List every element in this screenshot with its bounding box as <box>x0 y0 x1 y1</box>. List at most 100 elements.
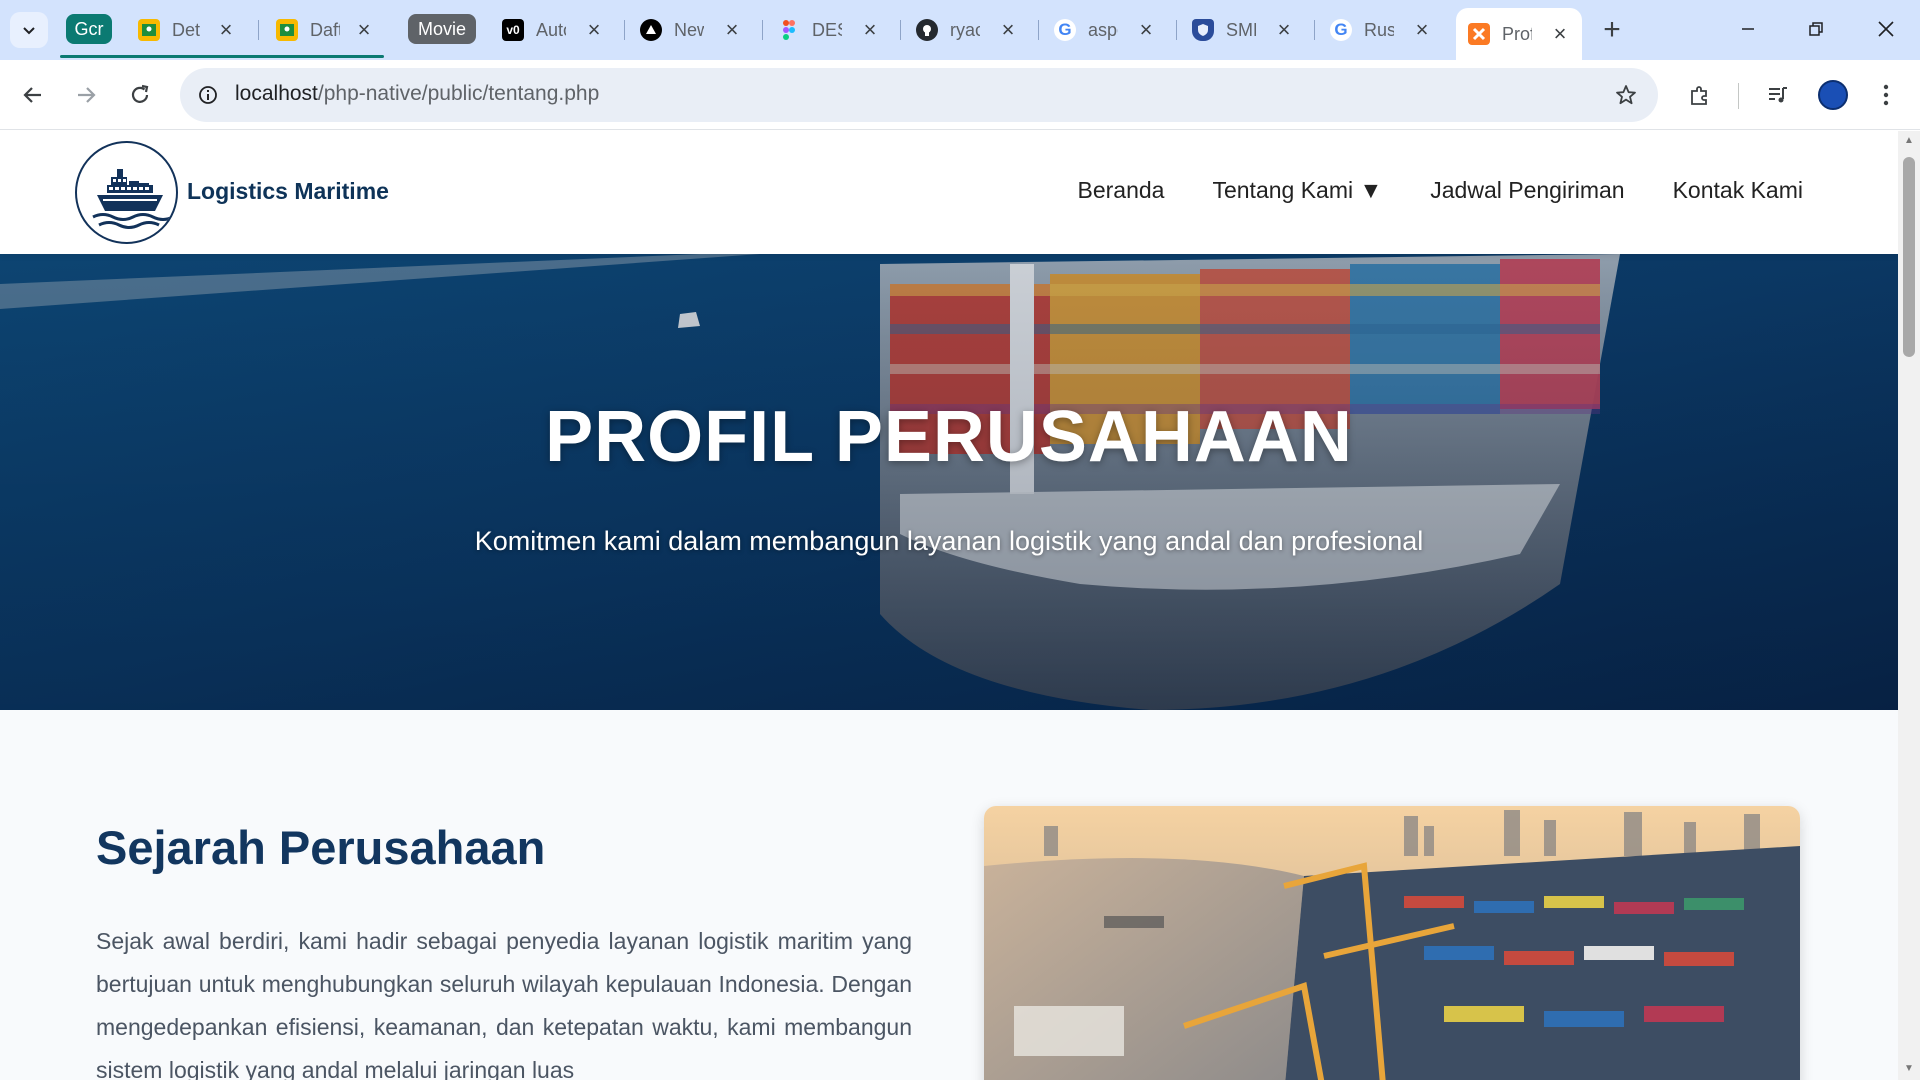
close-icon[interactable]: × <box>1410 17 1434 42</box>
bookmark-button[interactable] <box>1610 79 1642 111</box>
page-viewport: Logistics Maritime Beranda Tentang Kami … <box>0 131 1898 1080</box>
browser-tab[interactable]: New × <box>640 12 744 48</box>
close-icon[interactable]: × <box>720 17 744 42</box>
profile-avatar[interactable] <box>1818 80 1848 110</box>
tab-title: DES <box>812 19 842 40</box>
xampp-icon <box>1468 23 1490 45</box>
close-icon[interactable]: × <box>1134 17 1158 42</box>
browser-menu-button[interactable] <box>1868 77 1904 113</box>
tab-divider <box>1176 20 1177 40</box>
browser-tab[interactable]: Daft × <box>276 12 376 48</box>
browser-tab-active[interactable]: Prof × <box>1456 8 1582 60</box>
nextjs-icon <box>640 19 662 41</box>
tab-divider <box>258 20 259 40</box>
minimize-icon <box>1742 28 1754 30</box>
url-host: localhost <box>235 82 318 105</box>
tab-title: Daft <box>310 19 340 40</box>
company-logo[interactable] <box>75 141 178 244</box>
company-history-section: Sejarah Perusahaan Sejak awal berdiri, k… <box>0 710 1898 1080</box>
close-window-button[interactable] <box>1858 6 1914 52</box>
figma-icon <box>778 19 800 41</box>
close-icon[interactable]: × <box>352 17 376 42</box>
restore-button[interactable] <box>1788 6 1844 52</box>
extensions-button[interactable] <box>1682 77 1718 113</box>
nav-link-kontak-kami[interactable]: Kontak Kami <box>1673 177 1803 204</box>
reload-button[interactable] <box>122 77 158 113</box>
tab-divider <box>762 20 763 40</box>
tab-title: Auto <box>536 19 566 40</box>
arrow-left-icon <box>23 87 41 103</box>
nav-link-beranda[interactable]: Beranda <box>1078 177 1165 204</box>
cargo-ship-icon <box>92 169 174 229</box>
chevron-down-icon <box>23 27 35 35</box>
close-icon[interactable]: × <box>858 17 882 42</box>
tab-search-button[interactable] <box>10 12 48 48</box>
vercel-v0-icon: v0 <box>502 19 524 41</box>
more-vert-icon <box>1883 84 1889 106</box>
site-header: Logistics Maritime Beranda Tentang Kami … <box>0 131 1898 254</box>
tab-title: Det <box>172 19 201 40</box>
brand-name[interactable]: Logistics Maritime <box>187 178 389 205</box>
close-icon[interactable]: × <box>1272 17 1296 42</box>
back-button[interactable] <box>15 77 51 113</box>
browser-tab[interactable]: v0 Auto × <box>502 12 606 48</box>
tab-title: New <box>674 19 704 40</box>
google-classroom-icon <box>276 19 298 41</box>
github-icon <box>916 19 938 41</box>
page-scrollbar[interactable]: ▲ ▼ <box>1898 131 1920 1080</box>
google-icon: G <box>1054 19 1076 41</box>
close-icon[interactable]: × <box>996 17 1020 42</box>
address-bar[interactable]: localhost/php-native/public/tentang.php <box>180 68 1658 122</box>
new-tab-button[interactable]: + <box>1596 13 1628 46</box>
scroll-up-arrow-icon[interactable]: ▲ <box>1903 135 1915 147</box>
tab-divider <box>900 20 901 40</box>
tab-divider <box>1038 20 1039 40</box>
browser-tab[interactable]: ryac × <box>916 12 1020 48</box>
queue-music-icon <box>1769 87 1787 103</box>
close-icon[interactable]: × <box>214 17 238 42</box>
section-body-text: Sejak awal berdiri, kami hadir sebagai p… <box>96 928 912 1080</box>
port-photo <box>984 806 1800 1080</box>
section-heading: Sejarah Perusahaan <box>96 821 546 874</box>
browser-tab[interactable]: G Rus × <box>1330 12 1434 48</box>
tab-title: Rus <box>1364 19 1394 40</box>
scroll-thumb[interactable] <box>1903 157 1915 357</box>
tab-group-chip-gcr[interactable]: Gcr <box>66 14 112 44</box>
hero-section: PROFIL PERUSAHAAN Komitmen kami dalam me… <box>0 254 1898 710</box>
browser-tab[interactable]: Det × <box>138 12 238 48</box>
tab-group-label: Gcr <box>74 18 104 39</box>
close-icon[interactable]: × <box>582 17 606 42</box>
tab-group-label: Movie <box>417 18 466 39</box>
main-navigation: Beranda Tentang Kami ▼ Jadwal Pengiriman… <box>1078 177 1804 204</box>
tab-title: aspe <box>1088 19 1118 40</box>
forward-button[interactable] <box>68 77 104 113</box>
site-info-button[interactable] <box>192 79 224 111</box>
tab-strip: Gcr Det × Daft × Movie v0 Auto × New × D… <box>0 0 1920 60</box>
star-icon <box>1616 85 1636 105</box>
hero-title: PROFIL PERUSAHAAN <box>545 397 1353 477</box>
shield-icon <box>1192 19 1214 41</box>
scroll-down-arrow-icon[interactable]: ▼ <box>1903 1063 1915 1075</box>
info-icon <box>199 86 217 104</box>
google-classroom-icon <box>138 19 160 41</box>
nav-link-jadwal-pengiriman[interactable]: Jadwal Pengiriman <box>1430 177 1624 204</box>
nav-link-tentang-kami[interactable]: Tentang Kami ▼ <box>1212 177 1382 204</box>
plus-icon: + <box>1603 13 1621 46</box>
browser-tab[interactable]: DES × <box>778 12 882 48</box>
url-path: /php-native/public/tentang.php <box>317 82 600 105</box>
tab-group-chip-movie[interactable]: Movie <box>408 14 476 44</box>
browser-tab[interactable]: G aspe × <box>1054 12 1158 48</box>
browser-tab[interactable]: SMK × <box>1192 12 1296 48</box>
tab-group-underline <box>60 55 384 58</box>
arrow-right-icon <box>78 87 96 103</box>
google-icon: G <box>1330 19 1352 41</box>
tab-divider <box>1314 20 1315 40</box>
puzzle-icon <box>1691 86 1707 105</box>
media-control-button[interactable] <box>1760 77 1796 113</box>
port-image <box>984 806 1800 1080</box>
url-text[interactable]: localhost/php-native/public/tentang.php <box>235 82 599 106</box>
hero-subtitle: Komitmen kami dalam membangun layanan lo… <box>474 526 1424 556</box>
minimize-button[interactable] <box>1720 6 1776 52</box>
tab-title: SMK <box>1226 19 1256 40</box>
close-icon[interactable]: × <box>1548 21 1572 46</box>
